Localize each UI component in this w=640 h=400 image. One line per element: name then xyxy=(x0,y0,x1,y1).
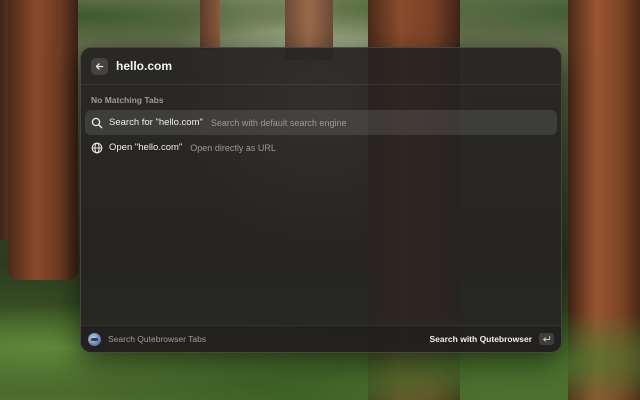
magnifying-glass-icon xyxy=(91,117,103,129)
result-search-for[interactable]: Search for "hello.com" Search with defau… xyxy=(85,110,557,135)
action-bar: Search Qutebrowser Tabs Search with Qute… xyxy=(81,325,561,352)
extension-name: Search Qutebrowser Tabs xyxy=(108,334,207,344)
section-title: No Matching Tabs xyxy=(91,95,164,105)
globe-icon xyxy=(91,142,103,154)
return-key-icon[interactable] xyxy=(539,333,554,345)
result-open-url[interactable]: Open "hello.com" Open directly as URL xyxy=(85,135,557,160)
qutebrowser-icon xyxy=(88,332,101,346)
result-subtitle: Open directly as URL xyxy=(190,142,276,153)
back-button[interactable] xyxy=(91,57,108,75)
primary-action-button[interactable]: Search with Qutebrowser xyxy=(430,334,533,344)
search-input[interactable] xyxy=(116,59,551,73)
arrow-left-icon xyxy=(95,62,104,70)
result-subtitle: Search with default search engine xyxy=(210,117,347,128)
wallpaper-tree xyxy=(8,0,78,280)
result-title: Search for "hello.com" xyxy=(109,117,203,128)
launcher-window: No Matching Tabs Search for "hello.com" … xyxy=(80,47,562,353)
desktop-wallpaper: No Matching Tabs Search for "hello.com" … xyxy=(0,0,640,400)
search-bar xyxy=(81,48,561,85)
result-title: Open "hello.com" xyxy=(109,142,183,153)
wallpaper-tree xyxy=(200,0,220,50)
